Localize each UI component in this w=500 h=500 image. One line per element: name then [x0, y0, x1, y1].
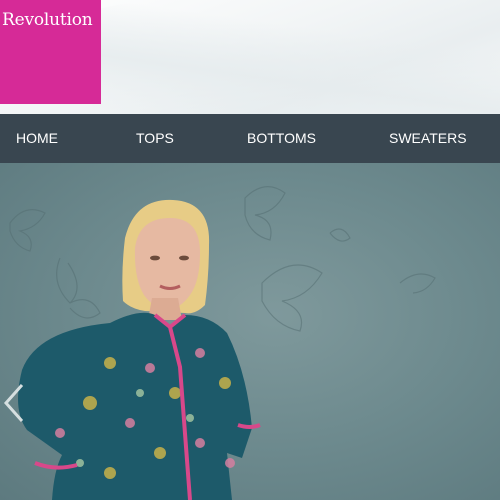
model-jacket [18, 312, 252, 500]
main-nav: HOME TOPS BOTTOMS SWEATERS [0, 114, 500, 163]
cuff-trim-right [237, 423, 261, 429]
site-header: Revolution [0, 0, 500, 114]
hero-slider [0, 163, 500, 500]
butterfly-decoration [9, 186, 436, 332]
chevron-left-icon [3, 384, 24, 422]
header-decoration [72, 0, 500, 114]
brand-logo[interactable]: Revolution [0, 0, 101, 104]
hero-image [9, 186, 436, 500]
brand-logo-text: Revolution [2, 10, 93, 30]
slider-prev-button[interactable] [0, 373, 30, 433]
nav-item-tops[interactable]: TOPS [136, 114, 174, 163]
nav-item-bottoms[interactable]: BOTTOMS [247, 114, 316, 163]
nav-item-home[interactable]: HOME [16, 114, 58, 163]
nav-item-sweaters[interactable]: SWEATERS [389, 114, 467, 163]
